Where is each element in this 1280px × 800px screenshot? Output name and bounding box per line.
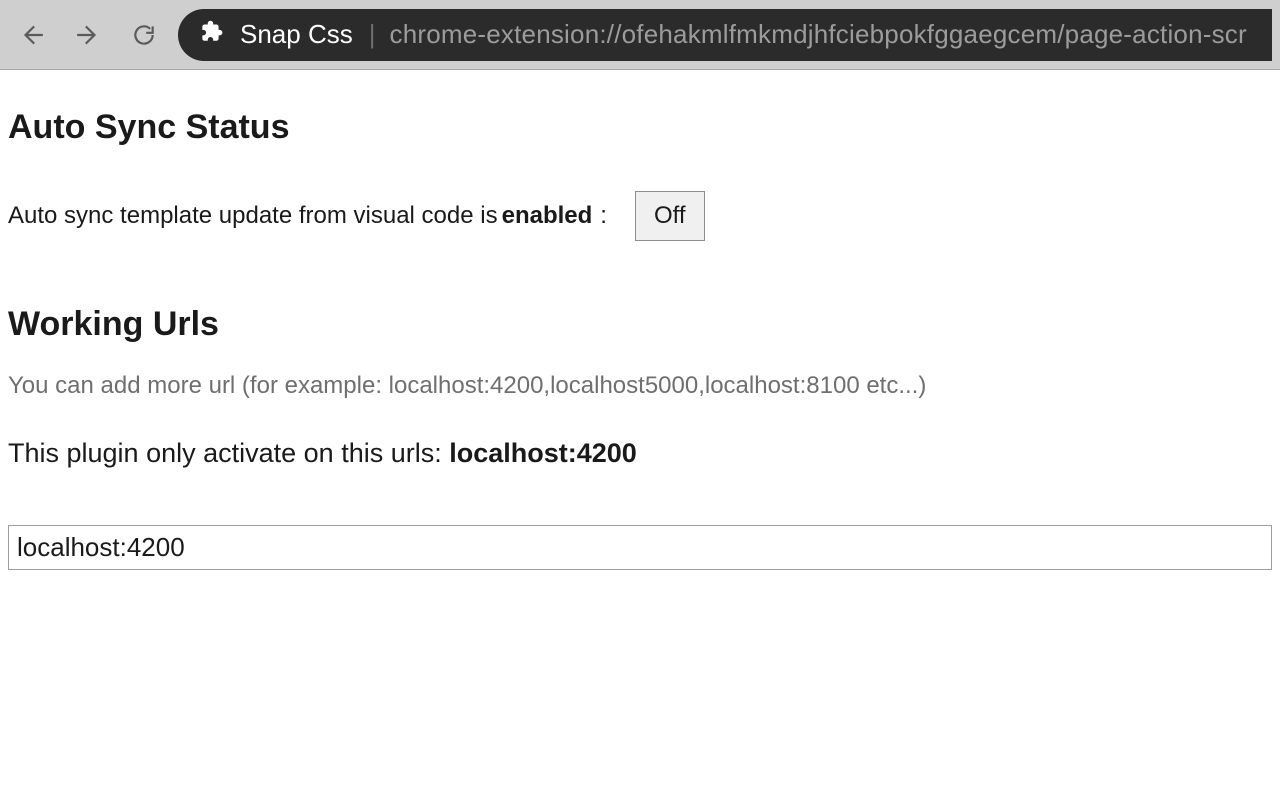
- address-separator: |: [369, 19, 376, 50]
- reload-button[interactable]: [122, 13, 166, 57]
- auto-sync-state: enabled: [502, 202, 593, 230]
- auto-sync-heading: Auto Sync Status: [8, 108, 1272, 147]
- page-content: Auto Sync Status Auto sync template upda…: [0, 70, 1280, 570]
- auto-sync-colon: :: [600, 202, 607, 230]
- activate-line: This plugin only activate on this urls: …: [8, 438, 1272, 469]
- reload-icon: [131, 22, 157, 48]
- auto-sync-lead: Auto sync template update from visual co…: [8, 202, 498, 230]
- extension-name: Snap Css: [240, 19, 353, 50]
- page-url: chrome-extension://ofehakmlfmkmdjhfciebp…: [390, 19, 1247, 50]
- back-button[interactable]: [10, 13, 54, 57]
- toggle-sync-button[interactable]: Off: [635, 191, 705, 241]
- auto-sync-row: Auto sync template update from visual co…: [8, 191, 1272, 241]
- extension-icon: [198, 18, 224, 51]
- urls-input[interactable]: [8, 525, 1272, 570]
- browser-toolbar: Snap Css | chrome-extension://ofehakmlfm…: [0, 0, 1280, 70]
- working-urls-hint: You can add more url (for example: local…: [8, 372, 1272, 400]
- address-bar[interactable]: Snap Css | chrome-extension://ofehakmlfm…: [178, 9, 1272, 61]
- activate-prefix: This plugin only activate on this urls:: [8, 438, 449, 468]
- arrow-left-icon: [19, 22, 45, 48]
- active-host: localhost:4200: [449, 438, 637, 468]
- working-urls-heading: Working Urls: [8, 305, 1272, 344]
- forward-button[interactable]: [66, 13, 110, 57]
- arrow-right-icon: [75, 22, 101, 48]
